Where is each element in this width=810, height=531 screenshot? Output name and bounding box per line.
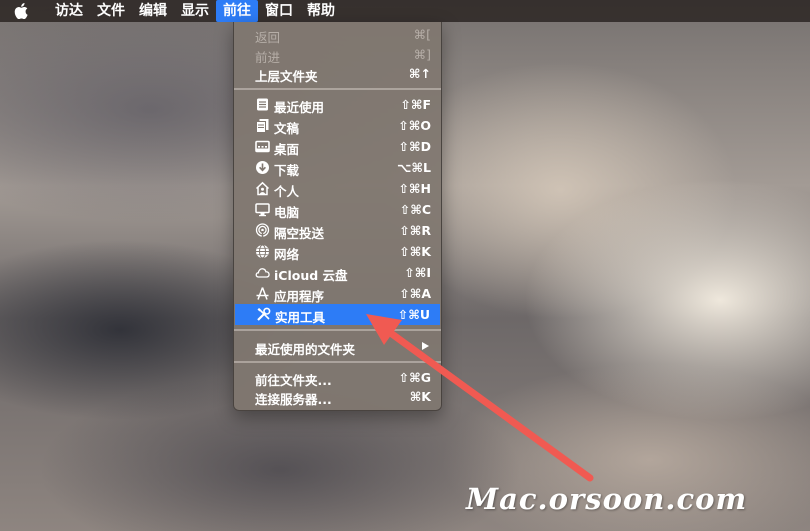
menu-item-icloud-drive[interactable]: iCloud 云盘 ⇧⌘I [234, 262, 441, 283]
menu-item-forward[interactable]: 前进 ⌘] [234, 44, 441, 65]
menu-edit[interactable]: 编辑 [132, 0, 174, 22]
menu-bar: 访达 文件 编辑 显示 前往 窗口 帮助 [0, 0, 810, 22]
menu-item-label: 文稿 [274, 121, 300, 136]
utilities-icon [256, 307, 271, 322]
recents-icon [255, 97, 270, 112]
menu-window[interactable]: 窗口 [258, 0, 300, 22]
menu-item-label: 实用工具 [275, 310, 326, 325]
menu-item-label: 桌面 [274, 142, 300, 157]
menu-separator [234, 88, 441, 90]
go-dropdown-menu: 返回 ⌘[ 前进 ⌘] 上层文件夹 ⌘↑ 最近使用 ⇧⌘F 文稿 ⇧⌘O 桌面 … [233, 22, 442, 411]
watermark: Mac.orsoon.com [466, 482, 748, 516]
menu-item-label: 电脑 [274, 205, 300, 220]
menu-item-recent-folders[interactable]: 最近使用的文件夹 [234, 336, 441, 357]
shortcut: ⌘K [409, 389, 431, 404]
menu-view[interactable]: 显示 [174, 0, 216, 22]
menu-item-label: 连接服务器... [255, 392, 332, 407]
menu-item-label: 应用程序 [274, 289, 325, 304]
shortcut: ⌥⌘L [397, 160, 431, 175]
menu-item-network[interactable]: 网络 ⇧⌘K [234, 241, 441, 262]
documents-icon [255, 118, 270, 133]
airdrop-icon [255, 223, 270, 238]
shortcut: ⌘] [413, 47, 431, 62]
menu-file[interactable]: 文件 [90, 0, 132, 22]
menu-separator [234, 329, 441, 331]
menu-item-utilities[interactable]: 实用工具 ⇧⌘U [235, 304, 440, 325]
home-icon [255, 181, 270, 196]
network-icon [255, 244, 270, 259]
menu-item-label: iCloud 云盘 [274, 268, 348, 283]
menu-item-connect-server[interactable]: 连接服务器... ⌘K [234, 386, 441, 407]
menu-item-label: 上层文件夹 [255, 69, 318, 84]
menu-item-recents[interactable]: 最近使用 ⇧⌘F [234, 94, 441, 115]
menu-go[interactable]: 前往 [216, 0, 258, 22]
menu-item-applications[interactable]: 应用程序 ⇧⌘A [234, 283, 441, 304]
computer-icon [255, 202, 270, 217]
menu-item-label: 最近使用的文件夹 [255, 342, 356, 357]
menu-item-documents[interactable]: 文稿 ⇧⌘O [234, 115, 441, 136]
menu-item-downloads[interactable]: 下载 ⌥⌘L [234, 157, 441, 178]
apple-logo-icon[interactable] [12, 0, 30, 22]
menu-item-home[interactable]: 个人 ⇧⌘H [234, 178, 441, 199]
cloud-icon [255, 265, 270, 280]
shortcut: ⇧⌘O [398, 118, 431, 133]
menu-item-desktop[interactable]: 桌面 ⇧⌘D [234, 136, 441, 157]
menu-item-back[interactable]: 返回 ⌘[ [234, 24, 441, 45]
menu-finder[interactable]: 访达 [48, 0, 90, 22]
shortcut: ⇧⌘G [398, 370, 431, 385]
shortcut: ⇧⌘I [404, 265, 431, 280]
menu-item-label: 隔空投送 [274, 226, 325, 241]
shortcut: ⇧⌘C [399, 202, 431, 217]
menu-item-label: 个人 [274, 184, 300, 199]
shortcut: ⇧⌘U [397, 307, 430, 322]
shortcut: ⇧⌘K [399, 244, 431, 259]
shortcut: ⇧⌘F [400, 97, 431, 112]
menu-item-computer[interactable]: 电脑 ⇧⌘C [234, 199, 441, 220]
shortcut: ⇧⌘R [399, 223, 431, 238]
menu-item-go-to-folder[interactable]: 前往文件夹... ⇧⌘G [234, 367, 441, 388]
shortcut: ⇧⌘D [398, 139, 431, 154]
menu-help[interactable]: 帮助 [300, 0, 342, 22]
menu-item-label: 网络 [274, 247, 300, 262]
shortcut: ⌘↑ [408, 66, 431, 81]
desktop-icon [255, 139, 270, 154]
shortcut: ⇧⌘H [398, 181, 431, 196]
shortcut: ⇧⌘A [399, 286, 431, 301]
menu-item-enclosing-folder[interactable]: 上层文件夹 ⌘↑ [234, 63, 441, 84]
submenu-arrow-icon [422, 342, 429, 350]
menu-separator [234, 361, 441, 363]
downloads-icon [255, 160, 270, 175]
menu-item-label: 最近使用 [274, 100, 325, 115]
menu-item-label: 下载 [274, 163, 300, 178]
shortcut: ⌘[ [413, 27, 431, 42]
menu-item-airdrop[interactable]: 隔空投送 ⇧⌘R [234, 220, 441, 241]
applications-icon [255, 286, 270, 301]
